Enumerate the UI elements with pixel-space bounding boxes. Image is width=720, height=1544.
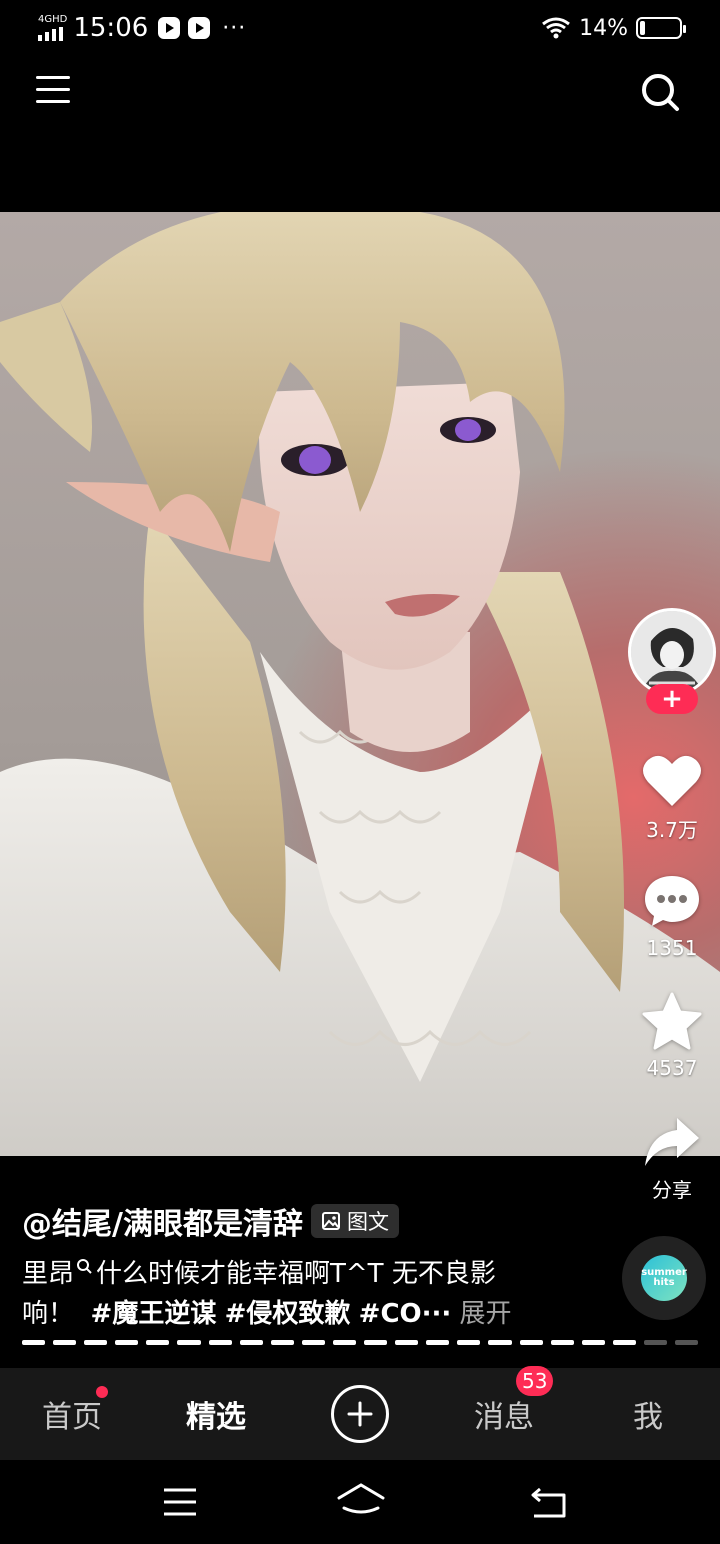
progress-segment bbox=[239, 1340, 263, 1345]
status-bar: 4GHD 15:06 ··· 14% bbox=[0, 0, 720, 56]
nav-featured-label: 精选 bbox=[186, 1400, 246, 1435]
image-progress-indicator bbox=[22, 1340, 699, 1345]
image-icon bbox=[321, 1212, 340, 1230]
progress-segment bbox=[22, 1340, 46, 1345]
hashtag[interactable]: #CO··· bbox=[359, 1299, 452, 1329]
image-post-label: 图文 bbox=[346, 1210, 389, 1234]
comment-count: 1351 bbox=[646, 936, 698, 960]
network-label: 4GHD bbox=[38, 14, 68, 25]
nav-me-label: 我 bbox=[633, 1400, 663, 1435]
desc-text-2: 响！ bbox=[22, 1299, 75, 1329]
avatar-image bbox=[631, 611, 713, 693]
favorite-count: 4537 bbox=[646, 1056, 698, 1080]
hashtag[interactable]: #魔王逆谋 bbox=[91, 1299, 217, 1329]
clock: 15:06 bbox=[73, 13, 149, 43]
menu-icon[interactable] bbox=[36, 76, 70, 106]
wifi-icon bbox=[542, 17, 571, 39]
progress-segment bbox=[301, 1340, 325, 1345]
progress-segment bbox=[550, 1340, 574, 1345]
progress-segment bbox=[488, 1340, 512, 1345]
heart-icon bbox=[643, 755, 701, 806]
home-icon[interactable] bbox=[336, 1482, 386, 1520]
progress-segment bbox=[612, 1340, 636, 1345]
post-description[interactable]: 里昂 什么时候才能幸福啊T^T 无不良影 响！ #魔王逆谋 #侵权致歉 #CO··… bbox=[22, 1254, 542, 1334]
follow-button[interactable]: + bbox=[646, 684, 698, 714]
search-hint-icon[interactable] bbox=[76, 1258, 92, 1274]
message-badge: 53 bbox=[516, 1366, 554, 1396]
post-image[interactable] bbox=[0, 212, 720, 1156]
battery-icon bbox=[636, 17, 686, 39]
more-notifications-icon: ··· bbox=[222, 15, 247, 41]
share-icon bbox=[645, 1118, 699, 1166]
nav-me[interactable]: 我 bbox=[576, 1392, 720, 1436]
comment-icon bbox=[645, 876, 699, 926]
nav-messages-label: 消息 bbox=[474, 1400, 534, 1435]
progress-segment bbox=[332, 1340, 357, 1345]
nav-messages[interactable]: 消息 53 bbox=[432, 1366, 576, 1436]
music-cover: summer hits bbox=[641, 1255, 687, 1301]
progress-segment bbox=[115, 1340, 139, 1345]
nav-home[interactable]: 首页 bbox=[0, 1386, 144, 1436]
network-indicator: 4GHD bbox=[38, 15, 67, 41]
battery-level bbox=[640, 21, 646, 35]
battery-percent: 14% bbox=[579, 15, 628, 41]
progress-segment bbox=[643, 1340, 667, 1345]
progress-segment bbox=[674, 1340, 699, 1345]
video-app-icon-2 bbox=[188, 17, 211, 39]
post-caption: @结尾/满眼都是清辞 图文 里昂 什么时候才能幸福啊T^T 无不良影 响！ #魔王… bbox=[22, 1200, 622, 1334]
recents-icon[interactable] bbox=[162, 1486, 198, 1518]
progress-segment bbox=[457, 1340, 481, 1345]
nav-home-label: 首页 bbox=[42, 1400, 102, 1435]
progress-segment bbox=[53, 1340, 77, 1345]
progress-segment bbox=[84, 1340, 108, 1345]
image-post-tag: 图文 bbox=[310, 1204, 399, 1238]
progress-segment bbox=[270, 1340, 294, 1345]
nav-featured[interactable]: 精选 bbox=[144, 1392, 288, 1436]
progress-segment bbox=[581, 1340, 605, 1345]
music-disc[interactable]: summer hits bbox=[622, 1236, 706, 1320]
system-nav-bar bbox=[0, 1460, 720, 1544]
progress-segment bbox=[208, 1340, 232, 1345]
progress-segment bbox=[177, 1340, 201, 1345]
author-name[interactable]: @结尾/满眼都是清辞 bbox=[22, 1199, 303, 1243]
portrait-illustration bbox=[0, 212, 720, 1156]
share-action[interactable]: 分享 bbox=[624, 1116, 720, 1203]
like-action[interactable]: 3.7万 bbox=[624, 754, 720, 843]
desc-keyword[interactable]: 里昂 bbox=[22, 1259, 74, 1289]
expand-button[interactable]: 展开 bbox=[460, 1299, 512, 1329]
favorite-action[interactable]: 4537 bbox=[624, 992, 720, 1080]
comment-action[interactable]: 1351 bbox=[624, 872, 720, 960]
top-app-bar bbox=[0, 60, 720, 130]
plus-icon bbox=[331, 1385, 389, 1443]
star-icon bbox=[642, 992, 702, 1050]
share-label: 分享 bbox=[652, 1178, 692, 1202]
author-avatar[interactable] bbox=[628, 608, 716, 696]
bottom-nav: 首页 精选 消息 53 我 bbox=[0, 1366, 720, 1460]
search-icon[interactable] bbox=[640, 72, 680, 112]
video-app-icon bbox=[158, 17, 181, 39]
nav-create[interactable] bbox=[288, 1385, 432, 1443]
progress-segment bbox=[146, 1340, 170, 1345]
desc-text: 什么时候才能幸福啊T^T 无不良影 bbox=[96, 1259, 496, 1289]
progress-segment bbox=[519, 1340, 543, 1345]
progress-segment bbox=[426, 1340, 450, 1345]
progress-segment bbox=[364, 1340, 388, 1345]
hashtag[interactable]: #侵权致歉 bbox=[225, 1299, 351, 1329]
back-icon[interactable] bbox=[528, 1486, 570, 1520]
like-count: 3.7万 bbox=[646, 818, 698, 842]
progress-segment bbox=[395, 1340, 419, 1345]
notification-dot bbox=[96, 1386, 108, 1398]
signal-icon bbox=[38, 27, 67, 41]
